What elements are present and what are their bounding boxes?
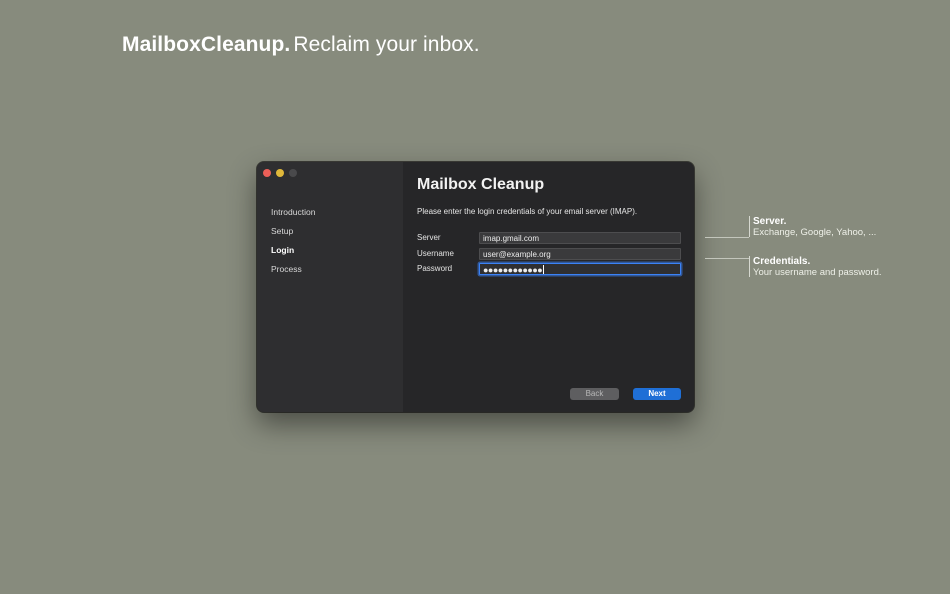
- username-label: Username: [417, 249, 454, 258]
- credentials-callout-bar: [749, 256, 750, 277]
- server-callout-bar: [749, 216, 750, 237]
- credentials-callout-detail: Your username and password.: [753, 267, 882, 278]
- password-field[interactable]: ●●●●●●●●●●●●: [479, 263, 681, 275]
- tagline: Reclaim your inbox.: [293, 33, 480, 56]
- text-caret: [543, 265, 545, 274]
- minimize-window-button[interactable]: [276, 169, 284, 177]
- credentials-callout-title: Credentials.: [753, 256, 811, 267]
- server-label: Server: [417, 233, 441, 242]
- instructions-text: Please enter the login credentials of yo…: [417, 207, 638, 216]
- brand-name: MailboxCleanup.: [122, 33, 291, 56]
- step-list: Introduction Setup Login Process: [271, 207, 315, 283]
- step-setup: Setup: [271, 226, 294, 236]
- step-login: Login: [271, 245, 295, 255]
- window-title: Mailbox Cleanup: [417, 176, 545, 193]
- credentials-callout-leader: [705, 258, 749, 259]
- app-window: Introduction Setup Login Process Mailbox…: [257, 162, 694, 412]
- server-callout-title: Server.: [753, 216, 787, 227]
- username-row: Username user@example.org: [417, 248, 683, 260]
- password-value: ●●●●●●●●●●●●: [483, 265, 543, 275]
- close-window-button[interactable]: [263, 169, 271, 177]
- main-content: Mailbox Cleanup Please enter the login c…: [403, 162, 694, 412]
- step-process: Process: [271, 264, 302, 274]
- username-field[interactable]: user@example.org: [479, 248, 681, 260]
- headline: MailboxCleanup. Reclaim your inbox.: [122, 33, 480, 57]
- zoom-window-button[interactable]: [289, 169, 297, 177]
- sidebar: Introduction Setup Login Process: [257, 162, 403, 412]
- back-button[interactable]: Back: [570, 388, 619, 400]
- step-introduction: Introduction: [271, 207, 316, 217]
- server-callout-detail: Exchange, Google, Yahoo, ...: [753, 227, 877, 238]
- window-controls: [263, 169, 297, 177]
- password-label: Password: [417, 264, 453, 273]
- server-row: Server imap.gmail.com: [417, 232, 683, 244]
- password-row: Password ●●●●●●●●●●●●: [417, 263, 683, 275]
- server-field[interactable]: imap.gmail.com: [479, 232, 681, 244]
- server-callout-leader: [705, 237, 749, 238]
- next-button[interactable]: Next: [633, 388, 681, 400]
